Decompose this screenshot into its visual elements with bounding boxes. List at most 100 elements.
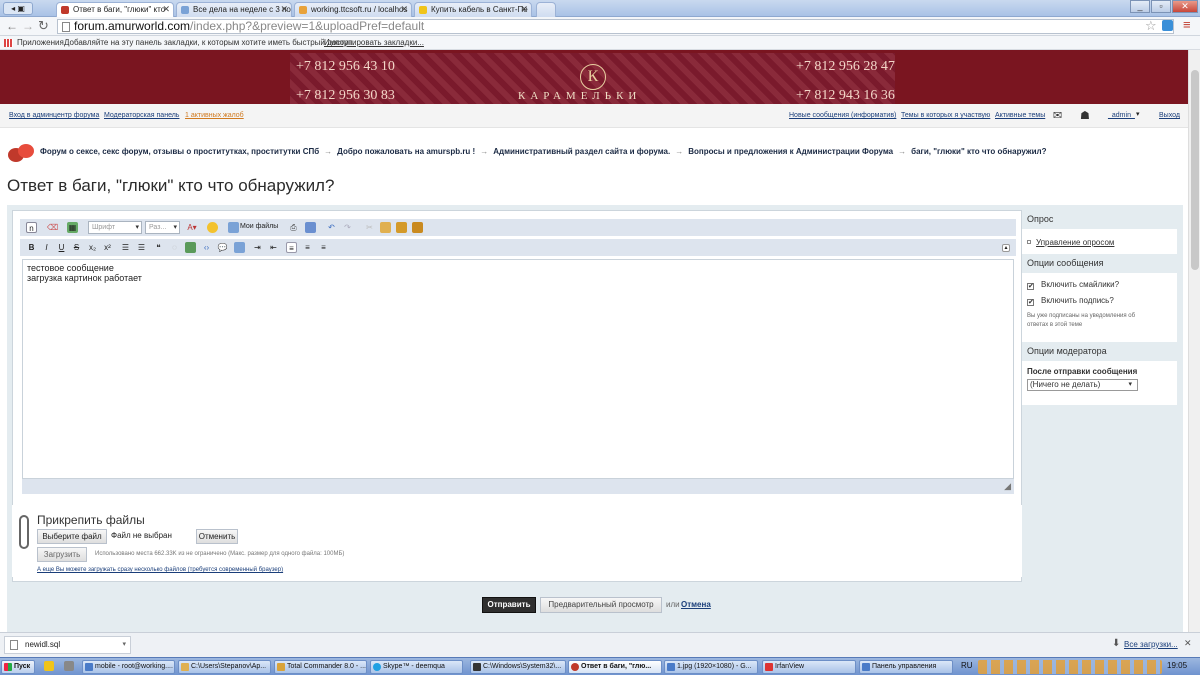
outdent-icon[interactable]: ⇤ bbox=[268, 242, 279, 253]
all-downloads-link[interactable]: Все загрузки... bbox=[1124, 640, 1178, 649]
align-center-icon[interactable]: ≡ bbox=[302, 242, 313, 253]
breadcrumb-item[interactable]: Вопросы и предложения к Администрации Фо… bbox=[688, 147, 893, 156]
close-window-button[interactable]: ✕ bbox=[1172, 0, 1198, 13]
eraser-icon[interactable]: ⌫ bbox=[47, 222, 58, 233]
taskbar-item[interactable]: C:\Windows\System32\... bbox=[470, 660, 566, 674]
breadcrumb-item[interactable]: баги, "глюки" кто что обнаружил? bbox=[911, 147, 1046, 156]
code-icon[interactable]: ‹› bbox=[201, 242, 212, 253]
close-tab-icon[interactable]: ✕ bbox=[400, 3, 408, 16]
taskbar-item[interactable]: Total Commander 8.0 - ... bbox=[274, 660, 367, 674]
multi-upload-link[interactable]: А еще Вы можете загружать сразу нескольк… bbox=[37, 567, 283, 573]
breadcrumb-item[interactable]: Форум о сексе, секс форум, отзывы о прос… bbox=[40, 147, 319, 156]
bold-icon[interactable]: B bbox=[26, 242, 37, 253]
collapse-toolbar-icon[interactable]: ▴ bbox=[1002, 244, 1010, 252]
taskbar-item[interactable]: Панель управления bbox=[859, 660, 953, 674]
font-select[interactable]: Шрифт ▾ bbox=[88, 221, 142, 234]
maximize-button[interactable]: ▫ bbox=[1151, 0, 1171, 13]
back-icon[interactable]: ← bbox=[6, 19, 18, 33]
after-post-select[interactable]: (Ничего не делать) ▾ bbox=[1027, 379, 1138, 391]
taskbar-item[interactable]: mobile - root@working.... bbox=[82, 660, 175, 674]
quote-icon[interactable]: ❝ bbox=[153, 242, 164, 253]
close-tab-icon[interactable]: ✕ bbox=[520, 3, 528, 16]
taskbar-item[interactable]: C:\Users\Stepanov\Ap... bbox=[178, 660, 271, 674]
taskbar-item[interactable]: Skype™ - deemqua bbox=[370, 660, 463, 674]
tab-buy-cable[interactable]: Купить кабель в Санкт-Пе ✕ bbox=[414, 2, 532, 17]
language-indicator[interactable]: RU bbox=[961, 661, 973, 670]
taskbar-item[interactable]: IrfanView bbox=[762, 660, 856, 674]
my-files-icon[interactable] bbox=[228, 222, 239, 233]
close-downloads-icon[interactable]: ✕ bbox=[1184, 638, 1192, 649]
poll-manage-item[interactable]: Управление опросом bbox=[1027, 238, 1114, 247]
my-topics-link[interactable]: Темы в которых я участвую bbox=[901, 112, 990, 119]
smiley-icon[interactable] bbox=[207, 222, 218, 233]
quicklaunch-icon[interactable] bbox=[64, 661, 74, 671]
taskbar-item[interactable]: 1.jpg (1920×1080) - G... bbox=[664, 660, 758, 674]
clock[interactable]: 19:05 bbox=[1167, 661, 1187, 670]
poll-manage-link[interactable]: Управление опросом bbox=[1036, 238, 1114, 247]
my-files-button[interactable]: Мои файлы bbox=[240, 223, 278, 230]
spoiler-icon[interactable]: ◌ bbox=[169, 242, 180, 253]
redo-icon[interactable]: ↷ bbox=[342, 222, 353, 233]
message-textarea[interactable]: тестовое сообщение загрузка картинок раб… bbox=[22, 259, 1014, 479]
speech-icon[interactable]: 💬 bbox=[217, 242, 228, 253]
import-bookmarks-link[interactable]: Импортировать закладки... bbox=[324, 36, 424, 50]
cancel-file-button[interactable]: Отменить bbox=[196, 529, 238, 544]
new-posts-link[interactable]: Новые сообщения (информатив) bbox=[789, 112, 896, 119]
cut-icon[interactable]: ✂ bbox=[364, 222, 375, 233]
new-tab-button[interactable] bbox=[536, 2, 556, 17]
attach-image-icon[interactable] bbox=[234, 242, 245, 253]
breadcrumb-item[interactable]: Добро пожаловать на amurspb.ru ! bbox=[337, 147, 475, 156]
page-scrollbar[interactable] bbox=[1188, 50, 1200, 632]
ordered-list-icon[interactable]: ☰ bbox=[120, 242, 131, 253]
tab-working-localhost[interactable]: working.ttcsoft.ru / localhos ✕ bbox=[294, 2, 412, 17]
taskbar-item[interactable]: Ответ в баги, "глю... bbox=[568, 660, 662, 674]
resize-handle-icon[interactable]: ◢ bbox=[1004, 481, 1011, 492]
chrome-menu-icon[interactable]: ≡ bbox=[1183, 17, 1191, 32]
url-input[interactable]: forum.amurworld.com/index.php?&preview=1… bbox=[57, 19, 1174, 34]
close-tab-icon[interactable]: ✕ bbox=[280, 3, 288, 16]
download-item[interactable]: newidl.sql ▾ bbox=[4, 636, 131, 654]
italic-icon[interactable]: I bbox=[41, 242, 52, 253]
undo-icon[interactable]: ↶ bbox=[326, 222, 337, 233]
cancel-link[interactable]: Отмена bbox=[681, 600, 711, 609]
table-icon[interactable]: ▦ bbox=[67, 222, 78, 233]
signature-option[interactable]: ✔ Включить подпись? bbox=[1027, 296, 1114, 306]
extension-icon[interactable] bbox=[1162, 20, 1173, 31]
paste-icon[interactable] bbox=[396, 222, 407, 233]
quicklaunch-icon[interactable] bbox=[44, 661, 54, 671]
chevron-down-icon[interactable]: ▾ bbox=[1136, 110, 1140, 118]
upload-button[interactable]: Загрузить bbox=[37, 547, 87, 562]
image-icon[interactable] bbox=[185, 242, 196, 253]
user-menu-link[interactable]: _admin_ bbox=[1108, 112, 1135, 119]
find-replace-icon[interactable] bbox=[305, 222, 316, 233]
warnings-link[interactable]: 1 активных жалоб bbox=[185, 112, 244, 119]
mod-panel-link[interactable]: Модераторская панель bbox=[104, 112, 179, 119]
apps-grid-icon[interactable] bbox=[4, 39, 13, 47]
superscript-icon[interactable]: x² bbox=[102, 242, 113, 253]
font-color-icon[interactable]: A▾ bbox=[185, 222, 199, 233]
align-left-icon[interactable]: ≡ bbox=[286, 242, 297, 253]
profile-icon[interactable]: ☗ bbox=[1080, 109, 1090, 122]
brand-logo[interactable]: К bbox=[580, 64, 606, 90]
messages-icon[interactable]: ✉ bbox=[1053, 109, 1062, 122]
tab-reply-bugs[interactable]: Ответ в баги, "глюки" кто ✕ bbox=[56, 2, 174, 17]
smilies-option[interactable]: ✔ Включить смайлики? bbox=[1027, 280, 1119, 290]
breadcrumb-item[interactable]: Административный раздел сайта и форума. bbox=[493, 147, 670, 156]
printer-icon[interactable]: ⎙ bbox=[288, 222, 299, 233]
underline-icon[interactable]: U bbox=[56, 242, 67, 253]
forum-logo-icon[interactable] bbox=[8, 142, 36, 164]
preview-button[interactable]: Предварительный просмотр bbox=[540, 597, 662, 613]
apps-link[interactable]: Приложения bbox=[17, 36, 64, 50]
reload-icon[interactable]: ↻ bbox=[38, 18, 49, 34]
start-button[interactable]: Пуск bbox=[1, 660, 35, 674]
subscript-icon[interactable]: x₂ bbox=[87, 242, 98, 253]
admin-cp-link[interactable]: Вход в админцентр форума bbox=[9, 112, 99, 119]
size-select[interactable]: Раз... ▾ bbox=[145, 221, 180, 234]
indent-icon[interactable]: ⇥ bbox=[252, 242, 263, 253]
strikethrough-icon[interactable]: S bbox=[71, 242, 82, 253]
copy-icon[interactable] bbox=[380, 222, 391, 233]
chevron-down-icon[interactable]: ▾ bbox=[122, 637, 126, 653]
signature-checkbox[interactable]: ✔ bbox=[1027, 299, 1034, 306]
bookmark-star-icon[interactable]: ☆ bbox=[1145, 18, 1157, 34]
unordered-list-icon[interactable]: ☰ bbox=[136, 242, 147, 253]
